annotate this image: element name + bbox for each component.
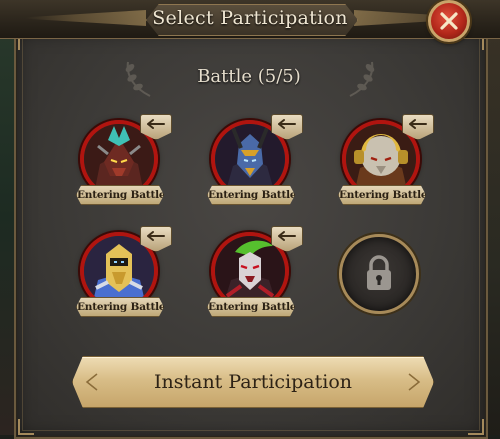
hero-avatar-icon — [84, 124, 154, 194]
locked-hero-slot[interactable] — [339, 234, 419, 314]
swap-arrow-icon — [147, 119, 165, 129]
hero-slot-5[interactable]: Entering Battle — [207, 226, 303, 317]
close-x-icon — [440, 12, 458, 30]
hero-avatar-icon — [84, 236, 154, 306]
entering-battle-badge: Entering Battle — [76, 185, 164, 205]
button-ornament-icon — [408, 373, 421, 391]
entering-battle-badge: Entering Battle — [207, 297, 295, 317]
hero-slot-2[interactable]: Entering Battle — [207, 114, 303, 205]
hero-avatar-icon — [346, 124, 416, 194]
corner-ornament — [18, 419, 34, 435]
hero-slot-3[interactable]: Entering Battle — [338, 114, 434, 205]
entering-battle-badge: Entering Battle — [338, 185, 426, 205]
close-button[interactable] — [428, 0, 470, 42]
swap-arrow-icon — [147, 231, 165, 241]
corner-ornament — [468, 419, 484, 435]
battle-count-row: Battle (5/5) — [14, 66, 484, 87]
hero-slot-4[interactable]: Entering Battle — [76, 226, 172, 317]
instant-participation-button[interactable]: Instant Participation — [72, 356, 434, 408]
hero-slot-1[interactable]: Entering Battle — [76, 114, 172, 205]
background-scene-left — [0, 0, 14, 435]
swap-arrow-icon — [278, 231, 296, 241]
instant-participation-label: Instant Participation — [153, 371, 352, 393]
battle-count-label: Battle (5/5) — [197, 66, 301, 87]
entering-battle-badge: Entering Battle — [207, 185, 295, 205]
swap-arrow-icon — [409, 119, 427, 129]
dialog-header: Select Participation — [0, 0, 500, 39]
dialog-title: Select Participation — [152, 7, 348, 29]
padlock-icon — [367, 255, 391, 290]
hero-avatar-icon — [215, 236, 285, 306]
entering-battle-badge: Entering Battle — [76, 297, 164, 317]
swap-arrow-icon — [278, 119, 296, 129]
hero-avatar-icon — [215, 124, 285, 194]
